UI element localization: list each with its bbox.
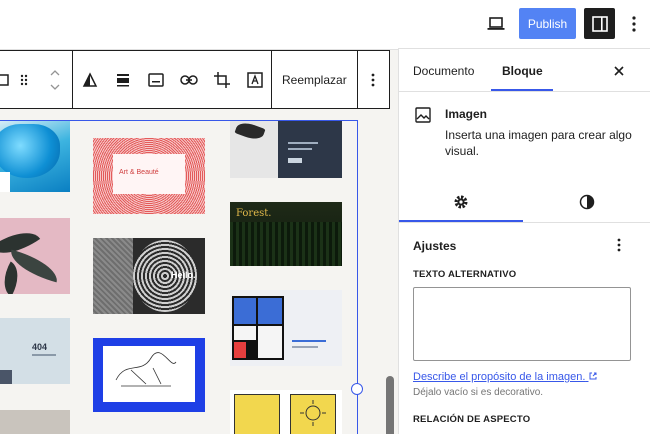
caption-icon: [147, 72, 164, 87]
tab-styles[interactable]: [523, 180, 650, 223]
laptop-icon: [487, 17, 505, 30]
close-sidebar-button[interactable]: [609, 61, 629, 81]
drag-icon: [20, 74, 28, 85]
tab-block[interactable]: Bloque: [502, 49, 543, 92]
active-subtab-indicator: [399, 220, 523, 222]
alt-text-help-link[interactable]: Describe el propósito de la imagen.: [413, 371, 597, 383]
block-inspector-tabs: [399, 180, 650, 223]
block-name: Imagen: [445, 107, 488, 121]
block-type-button[interactable]: [0, 51, 10, 108]
duotone-button[interactable]: [73, 51, 106, 108]
block-toolbar: Reemplazar: [0, 50, 390, 109]
active-tab-indicator: [491, 89, 553, 91]
editor-canvas: Art & Beauté Hello. Forest. 404 Reemplaz…: [0, 49, 398, 434]
move-up-down[interactable]: [38, 51, 72, 108]
drag-handle[interactable]: [10, 51, 38, 108]
alt-text-input[interactable]: [413, 287, 631, 361]
alt-text-label: TEXTO ALTERNATIVO: [413, 269, 517, 280]
tab-document[interactable]: Documento: [413, 49, 474, 92]
text-over-image-icon: [246, 71, 263, 88]
resize-handle[interactable]: [351, 383, 363, 395]
align-icon: [116, 73, 129, 86]
chevron-down-icon: [50, 84, 60, 90]
image-block-icon: [415, 107, 431, 123]
alt-text-help: Déjalo vacío si es decorativo.: [413, 387, 544, 398]
text-over-image-button[interactable]: [238, 51, 271, 108]
close-icon: [614, 66, 624, 76]
sidebar-tabs: Documento Bloque: [399, 49, 650, 92]
settings-sidebar-toggle[interactable]: [584, 8, 615, 39]
settings-sidebar: Documento Bloque Imagen Inserta una imag…: [398, 48, 650, 434]
caption-button[interactable]: [139, 51, 172, 108]
more-vertical-icon: [617, 238, 621, 252]
external-link-icon: [589, 372, 596, 380]
more-vertical-icon: [371, 73, 375, 86]
duotone-icon: [82, 71, 97, 87]
replace-button[interactable]: Reemplazar: [272, 51, 358, 108]
align-button[interactable]: [106, 51, 139, 108]
crop-button[interactable]: [205, 51, 238, 108]
gear-icon: [454, 195, 468, 208]
toolbar-group-tools: [73, 51, 272, 108]
device-preview-button[interactable]: [482, 10, 510, 38]
publish-button[interactable]: Publish: [519, 8, 576, 39]
alt-link-text[interactable]: Describe el propósito de la imagen.: [413, 371, 585, 383]
settings-section-title: Ajustes: [413, 239, 457, 253]
more-vertical-icon: [632, 16, 636, 32]
toolbar-group-move: [0, 51, 73, 108]
block-description: Inserta una imagen para crear algo visua…: [445, 128, 632, 158]
sidebar-icon: [591, 15, 608, 32]
link-icon: [179, 74, 198, 85]
tab-settings[interactable]: [399, 180, 523, 223]
canvas-scrollbar[interactable]: [386, 376, 394, 434]
crop-icon: [213, 71, 230, 88]
block-options-button[interactable]: [358, 51, 388, 108]
image-block-icon: [0, 73, 9, 86]
block-card: Imagen Inserta una imagen para crear alg…: [399, 93, 650, 163]
aspect-ratio-label: RELACIÓN DE ASPECTO: [413, 414, 531, 425]
link-button[interactable]: [172, 51, 205, 108]
options-menu-button[interactable]: [624, 10, 644, 38]
selected-gallery-outline: [0, 120, 358, 434]
editor-top-bar: Publish: [0, 0, 650, 48]
chevron-up-icon: [50, 69, 60, 75]
contrast-icon: [579, 194, 595, 209]
settings-options-button[interactable]: [609, 235, 629, 255]
